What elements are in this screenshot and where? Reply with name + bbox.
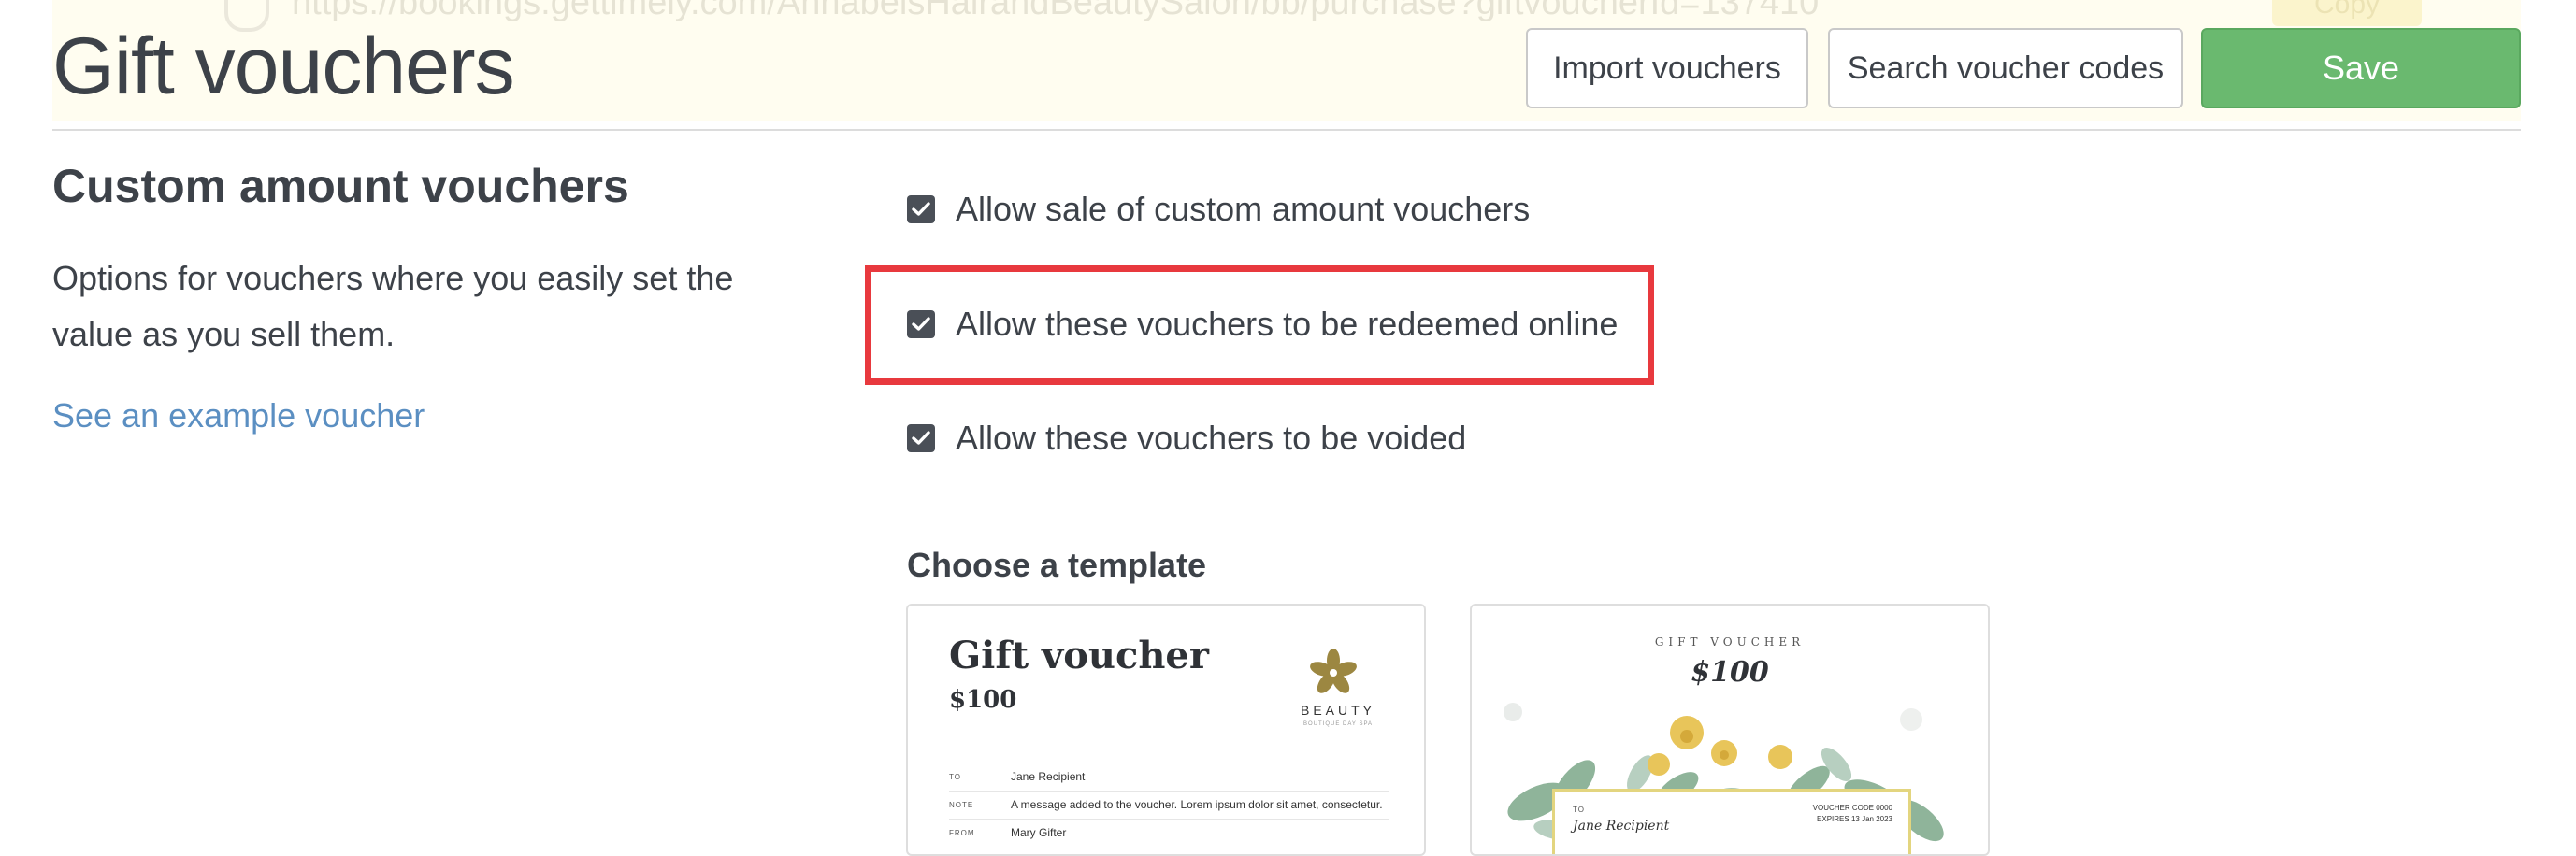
voucher-title: Gift voucher [949, 634, 1209, 678]
page-title: Gift vouchers [52, 21, 515, 111]
voucher-brand: BEAUTY [1300, 703, 1375, 718]
background-copy-button: Copy [2272, 0, 2422, 26]
check-icon [912, 431, 930, 445]
option-allow-redeem-online[interactable]: Allow these vouchers to be redeemed onli… [907, 304, 1618, 345]
checkbox-allow-voided[interactable] [907, 424, 935, 452]
section-description: Options for vouchers where you easily se… [52, 259, 734, 353]
section-heading: Custom amount vouchers [52, 160, 629, 212]
row-key: TO [949, 772, 961, 781]
choose-template-heading: Choose a template [907, 546, 1207, 584]
voucher-row-to: TO Jane Recipient [949, 763, 1389, 792]
row-value: Jane Recipient [1011, 770, 1086, 783]
voucher-code: VOUCHER CODE 0000 [1812, 804, 1892, 812]
row-key: NOTE [949, 800, 974, 809]
background-url: https://bookings.gettimely.com/AnnabelsH… [292, 0, 1820, 22]
checkbox-allow-sale[interactable] [907, 195, 935, 223]
option-label: Allow these vouchers to be voided [956, 419, 1467, 457]
save-button[interactable]: Save [2201, 28, 2521, 108]
row-key: FROM [949, 828, 975, 837]
flower-logo-icon [1310, 649, 1357, 693]
row-value: Mary Gifter [1011, 826, 1067, 839]
option-label: Allow sale of custom amount vouchers [956, 190, 1531, 228]
see-example-voucher-link[interactable]: See an example voucher [52, 396, 425, 435]
option-allow-voided[interactable]: Allow these vouchers to be voided [907, 418, 1466, 459]
import-vouchers-button[interactable]: Import vouchers [1526, 28, 1808, 108]
voucher-row-from: FROM Mary Gifter [949, 819, 1389, 847]
option-allow-sale[interactable]: Allow sale of custom amount vouchers [907, 189, 1530, 230]
voucher-row-note: NOTE A message added to the voucher. Lor… [949, 791, 1389, 820]
voucher-amount: $100 [1691, 656, 1769, 689]
option-label: Allow these vouchers to be redeemed onli… [956, 305, 1619, 343]
check-icon [912, 202, 930, 216]
search-voucher-codes-button[interactable]: Search voucher codes [1828, 28, 2183, 108]
template-card-classic[interactable]: Gift voucher $100 BEAUTY BOUTIQUE DAY SP… [906, 604, 1426, 856]
checkbox-allow-redeem-online[interactable] [907, 310, 935, 338]
voucher-amount: $100 [949, 686, 1017, 714]
header-divider [52, 129, 2521, 131]
voucher-top-label: GIFT VOUCHER [1654, 635, 1806, 649]
voucher-to-label: TO [1573, 806, 1585, 814]
check-icon [912, 317, 930, 331]
template-card-floral[interactable]: GIFT VOUCHER $100 TO Jane Recipient VOUC… [1470, 604, 1990, 856]
voucher-brand-sub: BOUTIQUE DAY SPA [1302, 721, 1373, 727]
row-value: A message added to the voucher. Lorem ip… [1011, 798, 1383, 811]
voucher-expiry: EXPIRES 13 Jan 2023 [1817, 815, 1892, 823]
voucher-recipient: Jane Recipient [1573, 819, 1670, 834]
